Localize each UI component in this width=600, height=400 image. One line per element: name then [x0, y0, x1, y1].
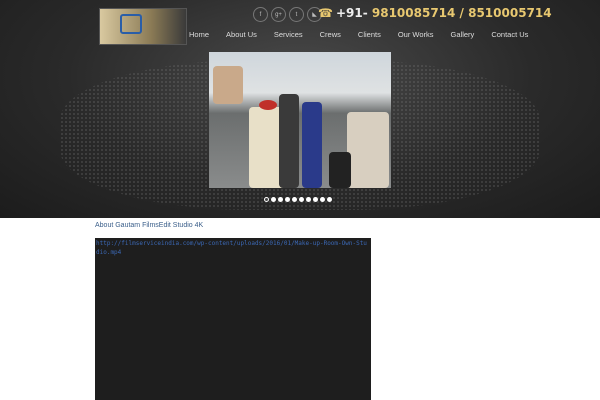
nav-item-home[interactable]: Home [189, 30, 209, 39]
slider-dot[interactable] [299, 197, 304, 202]
social-links: f g+ t ◣ [253, 7, 322, 22]
twitter-icon[interactable]: t [289, 7, 304, 22]
phone-number: ☎ +91- 9810085714 / 8510005714 [318, 6, 552, 20]
slider-dot[interactable] [313, 197, 318, 202]
nav-item-services[interactable]: Services [274, 30, 303, 39]
nav-item-about-us[interactable]: About Us [226, 30, 257, 39]
about-link[interactable]: About Gautam FilmsEdit Studio 4K [95, 222, 203, 229]
nav-item-crews[interactable]: Crews [320, 30, 341, 39]
facebook-icon[interactable]: f [253, 7, 268, 22]
slider-dot[interactable] [306, 197, 311, 202]
video-url-link[interactable]: http://filmserviceindia.com/wp-content/u… [95, 238, 371, 258]
nav-item-contact-us[interactable]: Contact Us [491, 30, 528, 39]
phone-icon: ☎ [318, 6, 333, 20]
slider-dot[interactable] [285, 197, 290, 202]
google-plus-icon[interactable]: g+ [271, 7, 286, 22]
slider-pagination [264, 197, 332, 202]
nav-item-gallery[interactable]: Gallery [451, 30, 475, 39]
main-nav: Home About Us Services Crews Clients Our Work… [189, 30, 545, 39]
slider-dot[interactable] [292, 197, 297, 202]
nav-item-our-works[interactable]: Our Works [398, 30, 434, 39]
slider-dot[interactable] [264, 197, 269, 202]
logo-mark [120, 14, 142, 34]
slider-dot[interactable] [278, 197, 283, 202]
hero-banner: f g+ t ◣ ☎ +91- 9810085714 / 8510005714 Home… [0, 0, 600, 218]
logo[interactable] [99, 8, 187, 45]
nav-item-clients[interactable]: Clients [358, 30, 381, 39]
video-player[interactable]: http://filmserviceindia.com/wp-content/u… [95, 238, 371, 400]
slider-dot[interactable] [320, 197, 325, 202]
slider-dot[interactable] [327, 197, 332, 202]
slider-image [209, 52, 391, 188]
slider-dot[interactable] [271, 197, 276, 202]
